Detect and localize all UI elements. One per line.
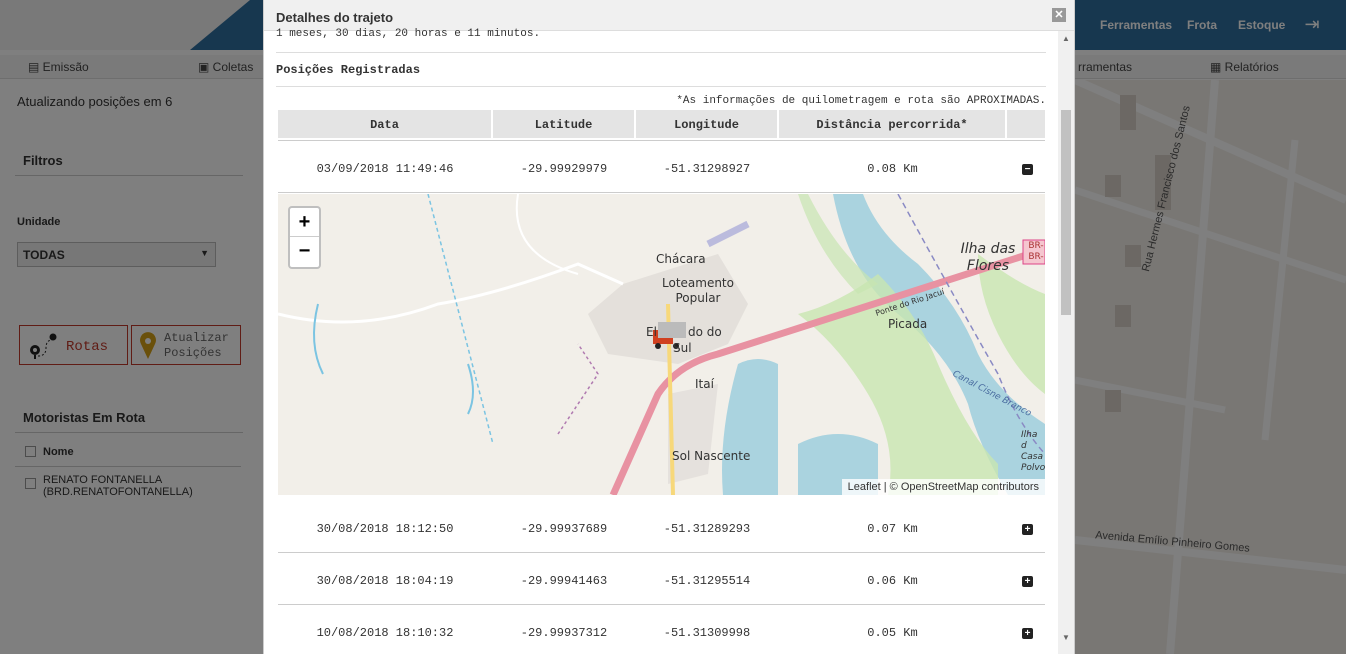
section-title: Posições Registradas [276,63,421,77]
route-map[interactable]: + − Chácara Loteamento Popular El do do … [278,194,1045,495]
row-divider [278,192,1045,193]
cell-distance: 0.07 Km [867,522,918,536]
scroll-up-icon[interactable]: ▲ [1062,34,1070,43]
close-icon[interactable]: ✕ [1052,8,1066,22]
cell-latitude: -29.99937689 [520,522,608,536]
column-header-date: Data [278,110,492,140]
cell-latitude: -29.99941463 [520,574,608,588]
duration-text: 1 meses, 30 dias, 20 horas e 11 minutos. [276,28,541,40]
place-label: Sul [673,341,692,355]
column-header-longitude: Longitude [636,110,778,140]
cell-latitude: -29.99937312 [520,626,608,640]
place-label: Picada [888,317,928,331]
place-label: El [646,325,657,339]
row-divider [278,604,1045,605]
place-label: Sol Nascente [672,449,751,463]
expand-row-icon[interactable]: + [1022,628,1033,639]
cell-distance: 0.05 Km [867,626,918,640]
place-label: do do [688,325,722,339]
cell-latitude: -29.99929979 [520,162,608,176]
place-label: Ilha d Casa Polvo [1021,430,1045,473]
expand-row-icon[interactable]: + [1022,524,1033,535]
scroll-down-icon[interactable]: ▼ [1062,633,1070,642]
map-attribution[interactable]: Leaflet | © OpenStreetMap contributors [841,479,1045,495]
approximation-note: *As informações de quilometragem e rota … [676,95,1046,107]
zoom-control: + − [288,206,321,269]
place-label: Ilha das Flores [960,241,1016,274]
scrollbar-thumb[interactable] [1061,110,1071,315]
place-label: Itaí [695,377,714,391]
cell-distance: 0.06 Km [867,574,918,588]
row-divider [278,552,1045,553]
row-divider [278,140,1045,141]
collapse-row-icon[interactable]: − [1022,164,1033,175]
place-label: Chácara [656,252,706,266]
cell-longitude: -51.31289293 [663,522,751,536]
highway-shield: BR- BR- [1028,241,1044,262]
modal-title: Detalhes do trajeto [276,10,394,25]
cell-longitude: -51.31309998 [663,626,751,640]
map-tiles [278,194,1045,495]
column-header-distance: Distância percorrida* [779,110,1006,140]
cell-date: 10/08/2018 18:10:32 [316,626,454,640]
expand-row-icon[interactable]: + [1022,576,1033,587]
cell-longitude: -51.31298927 [663,162,751,176]
column-header-toggle [1007,110,1045,140]
column-header-latitude: Latitude [493,110,635,140]
divider [276,86,1046,87]
cell-date: 03/09/2018 11:49:46 [316,162,454,176]
route-details-modal: Detalhes do trajeto ✕ 1 meses, 30 dias, … [263,0,1075,654]
cell-date: 30/08/2018 18:12:50 [316,522,454,536]
cell-longitude: -51.31295514 [663,574,751,588]
cell-date: 30/08/2018 18:04:19 [316,574,454,588]
cell-distance: 0.08 Km [867,162,918,176]
divider [276,52,1046,53]
modal-header: Detalhes do trajeto ✕ [264,0,1074,31]
zoom-out-button[interactable]: − [290,237,319,266]
zoom-in-button[interactable]: + [290,208,319,237]
place-label: Loteamento Popular [662,276,734,305]
